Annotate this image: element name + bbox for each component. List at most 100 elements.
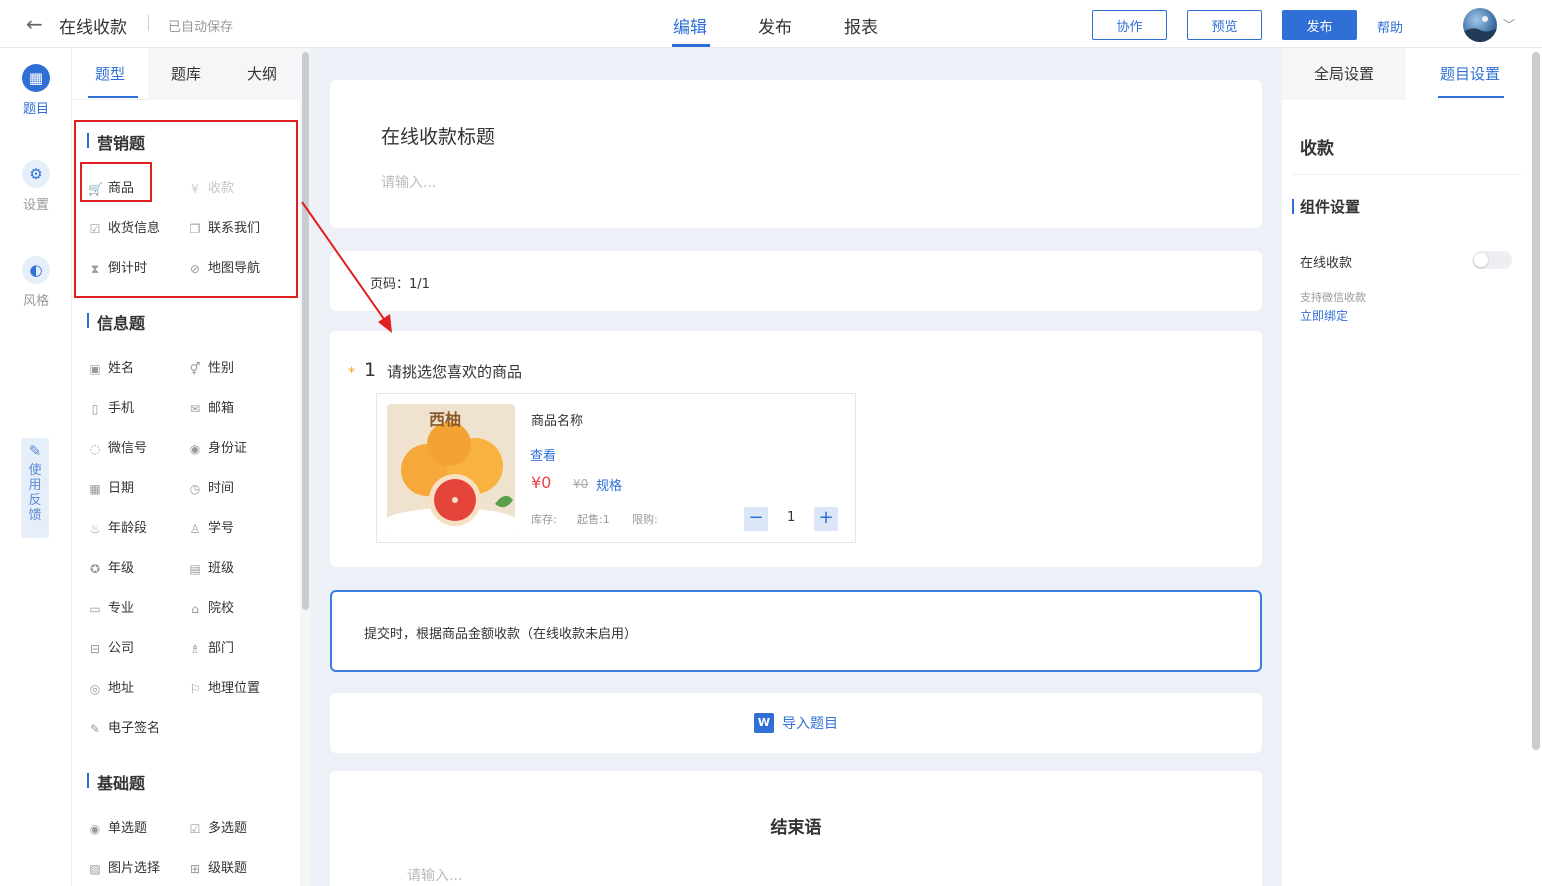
tab-edit[interactable]: 编辑 [673,13,707,38]
product-image-brand: 西柚 [429,410,462,429]
phone-icon: ▯ [91,402,99,416]
component-multi-choice[interactable]: ☑ 多选题 [188,817,247,836]
checkbox-icon: ☑ [189,822,201,836]
import-questions-button[interactable]: W 导入题目 [330,693,1262,753]
tab-question-settings[interactable]: 题目设置 [1408,48,1532,100]
page-scroll-thumb[interactable] [1532,52,1540,750]
calendar-icon: ▦ [89,482,101,496]
rail-item-label: 风格 [22,294,49,309]
component-email[interactable]: ✉ 邮箱 [188,397,234,416]
product-item[interactable]: 西柚 商品名称 查看 ¥0 ¥0 规格 库存: 起售:1 限购: − 1 + [376,393,856,543]
rail-item-style[interactable]: ◐ 风格 [0,256,72,309]
component-cascade[interactable]: ⊞ 级联题 [188,857,247,876]
component-grade[interactable]: ✪ 年级 [88,557,134,576]
product-stock: 库存: [531,513,557,526]
component-id-card[interactable]: ◉ 身份证 [188,437,247,456]
online-payment-toggle[interactable] [1472,251,1512,269]
rail-item-settings[interactable]: ⚙ 设置 [0,160,72,213]
tab-edit-underline [672,44,710,47]
component-single-choice[interactable]: ◉ 单选题 [88,817,147,836]
question-card[interactable]: * 1 请挑选您喜欢的商品 西柚 商品名称 查看 ¥0 ¥0 规格 库存: 起售… [330,331,1262,567]
panel-scroll-thumb[interactable] [302,52,309,610]
page-indicator-card: 页码：1/1 [330,251,1262,311]
star-badge-icon: ✪ [89,562,101,576]
page-scrollbar[interactable] [1530,48,1542,886]
palette-icon: ◐ [22,256,50,284]
chevron-down-icon[interactable]: ﹀ [1503,16,1515,33]
product-name: 商品名称 [531,414,584,429]
component-image-choice[interactable]: ▨ 图片选择 [88,857,160,876]
help-link[interactable]: 帮助 [1377,17,1403,36]
component-phone[interactable]: ▯ 手机 [88,397,134,416]
image-icon: ▨ [89,862,101,876]
section-title-basic: 基础题 [87,770,145,794]
question-text[interactable]: 请挑选您喜欢的商品 [387,361,522,382]
component-company[interactable]: ⊟ 公司 [88,637,134,656]
tab-global-settings[interactable]: 全局设置 [1282,48,1406,100]
class-icon: ▤ [189,562,201,576]
component-age-range[interactable]: ♨ 年龄段 [88,517,147,536]
panel-scrollbar[interactable] [300,48,310,886]
preview-button[interactable]: 预览 [1187,10,1262,40]
tab-report[interactable]: 报表 [844,13,878,38]
mail-icon: ✉ [189,402,201,416]
form-description-input[interactable]: 请输入... [381,172,436,192]
pen-icon: ✎ [89,722,101,736]
tab-outline[interactable]: 大纲 [224,48,300,100]
product-spec-link[interactable]: 规格 [596,475,622,494]
ending-card[interactable]: 结束语 请输入... [330,771,1262,886]
editor-canvas: 在线收款标题 请输入... 页码：1/1 * 1 请挑选您喜欢的商品 西柚 商品… [312,48,1280,886]
product-price: ¥0 [531,473,552,492]
publish-button[interactable]: 发布 [1282,10,1357,40]
page-number: 页码：1/1 [370,277,430,292]
component-signature[interactable]: ✎ 电子签名 [88,717,160,736]
panel-tabs: 题型 题库 大纲 [72,48,300,100]
rail-item-label: 设置 [22,198,49,213]
component-student-id[interactable]: ♙ 学号 [188,517,234,536]
book-icon: ▭ [89,602,101,616]
quantity-increase-button[interactable]: + [814,507,838,531]
component-time[interactable]: ◷ 时间 [188,477,234,496]
tab-publish[interactable]: 发布 [758,13,792,38]
avatar[interactable] [1463,8,1497,42]
component-address[interactable]: ◎ 地址 [88,677,134,696]
title-divider [148,15,149,31]
form-header-card[interactable]: 在线收款标题 请输入... [330,80,1262,228]
id-badge-icon: ◉ [189,442,201,456]
product-image[interactable]: 西柚 [387,404,515,532]
grid-icon: ▦ [22,64,50,92]
wechat-icon: ◌ [89,442,101,456]
tab-question-types[interactable]: 题型 [72,48,148,100]
component-class[interactable]: ▤ 班级 [188,557,234,576]
ending-input[interactable]: 请输入... [407,865,462,885]
department-icon: ♗ [189,642,201,656]
form-title[interactable]: 在线收款标题 [381,122,495,149]
import-questions-card[interactable]: W 导入题目 [330,693,1262,753]
wechat-payment-hint: 支持微信收款 [1300,291,1366,304]
component-school[interactable]: ⌂ 院校 [188,597,234,616]
quantity-value[interactable]: 1 [787,510,795,525]
component-name[interactable]: ▣ 姓名 [88,357,134,376]
collaborate-button[interactable]: 协作 [1092,10,1167,40]
submit-payment-card[interactable]: 提交时，根据商品金额收款（在线收款未启用） [330,590,1262,672]
bind-now-link[interactable]: 立即绑定 [1300,307,1348,324]
page-title: 在线收款 [59,18,127,38]
autosave-status: 已自动保存 [168,20,234,35]
left-rail: ▦ 题目 ⚙ 设置 ◐ 风格 ✎ 使用反馈 [0,48,72,886]
component-gender[interactable]: ⚥ 性别 [188,357,234,376]
tab-question-bank[interactable]: 题库 [148,48,224,100]
feedback-label: 使用反馈 [28,463,42,523]
component-geolocation[interactable]: ⚐ 地理位置 [188,677,260,696]
gender-icon: ⚥ [189,362,201,376]
gear-icon: ⚙ [22,160,50,188]
location-pin-icon: ◎ [89,682,101,696]
back-arrow-icon[interactable]: ← [26,14,46,34]
feedback-button[interactable]: ✎ 使用反馈 [21,438,49,538]
component-department[interactable]: ♗ 部门 [188,637,234,656]
rail-item-questions[interactable]: ▦ 题目 [0,64,72,117]
component-major[interactable]: ▭ 专业 [88,597,134,616]
component-date[interactable]: ▦ 日期 [88,477,134,496]
component-wechat[interactable]: ◌ 微信号 [88,437,147,456]
product-view-link[interactable]: 查看 [530,445,556,464]
quantity-decrease-button[interactable]: − [744,507,768,531]
